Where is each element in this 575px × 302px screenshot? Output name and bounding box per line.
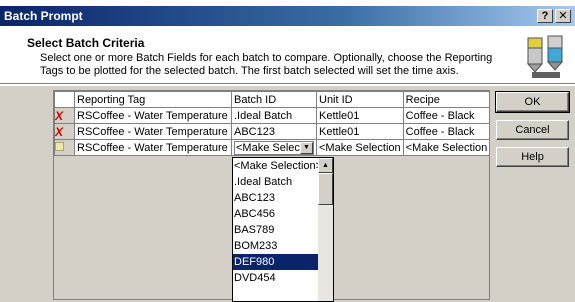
delete-row-button[interactable]: X bbox=[54, 123, 75, 140]
cell-recipe[interactable]: Coffee - Black bbox=[402, 107, 491, 124]
help-title-button[interactable]: ? bbox=[537, 9, 553, 23]
batch-id-dropdown-list[interactable]: <Make Selection> .Ideal Batch ABC123 ABC… bbox=[232, 157, 334, 302]
row-selector-header bbox=[54, 91, 75, 108]
new-row-indicator[interactable] bbox=[54, 139, 75, 156]
cell-reporting-tag[interactable]: RSCoffee - Water Temperature bbox=[74, 107, 232, 124]
batch-grid: Reporting Tag Batch ID Unit ID Recipe X … bbox=[54, 91, 491, 156]
cell-recipe[interactable]: <Make Selection bbox=[402, 139, 491, 156]
list-item[interactable]: .Ideal Batch bbox=[233, 174, 319, 190]
column-batch-id[interactable]: Batch ID bbox=[231, 91, 317, 108]
ok-button[interactable]: OK bbox=[495, 91, 570, 113]
cancel-button[interactable]: Cancel bbox=[496, 120, 569, 140]
delete-row-button[interactable]: X bbox=[54, 107, 75, 124]
chevron-down-icon[interactable]: ▼ bbox=[300, 141, 313, 154]
cell-batch-id-combo[interactable]: <Make Select ▼ bbox=[231, 139, 317, 156]
cell-recipe[interactable]: Coffee - Black bbox=[402, 123, 491, 140]
cell-batch-id[interactable]: .Ideal Batch bbox=[231, 107, 317, 124]
column-reporting-tag[interactable]: Reporting Tag bbox=[74, 91, 232, 108]
batch-id-combobox[interactable]: <Make Select ▼ bbox=[234, 140, 314, 155]
cell-reporting-tag[interactable]: RSCoffee - Water Temperature bbox=[74, 139, 232, 156]
list-item-selected[interactable]: DEF980 bbox=[233, 254, 319, 270]
title-bar: Batch Prompt bbox=[0, 6, 575, 26]
cell-reporting-tag[interactable]: RSCoffee - Water Temperature bbox=[74, 123, 232, 140]
column-unit-id[interactable]: Unit ID bbox=[316, 91, 404, 108]
list-item[interactable]: ABC123 bbox=[233, 190, 319, 206]
delete-x-icon: X bbox=[55, 124, 64, 139]
help-button[interactable]: Help bbox=[496, 147, 569, 167]
dialog-header: Select Batch Criteria Select one or more… bbox=[0, 26, 575, 84]
grid-header-row: Reporting Tag Batch ID Unit ID Recipe bbox=[54, 91, 491, 108]
batch-id-combo-value: <Make Select bbox=[236, 141, 303, 154]
list-item[interactable]: <Make Selection> bbox=[233, 158, 322, 174]
header-description: Select one or more Batch Fields for each… bbox=[40, 52, 493, 77]
delete-x-icon: X bbox=[55, 108, 64, 123]
list-item[interactable]: ABC456 bbox=[233, 206, 319, 222]
dropdown-scrollbar[interactable]: ▲ bbox=[318, 158, 333, 301]
batch-tanks-icon bbox=[526, 35, 564, 78]
column-recipe[interactable]: Recipe bbox=[402, 91, 491, 108]
list-item[interactable]: BOM233 bbox=[233, 238, 319, 254]
cell-unit-id[interactable]: Kettle01 bbox=[316, 123, 404, 140]
cell-unit-id[interactable]: <Make Selection bbox=[316, 139, 404, 156]
table-row[interactable]: RSCoffee - Water Temperature <Make Selec… bbox=[54, 139, 491, 156]
window-title: Batch Prompt bbox=[4, 9, 83, 23]
list-item[interactable]: BAS789 bbox=[233, 222, 319, 238]
header-title: Select Batch Criteria bbox=[27, 36, 145, 50]
scroll-thumb[interactable] bbox=[318, 173, 333, 205]
scroll-up-icon[interactable]: ▲ bbox=[318, 158, 333, 173]
close-title-button[interactable]: ✕ bbox=[555, 9, 571, 23]
table-row[interactable]: X RSCoffee - Water Temperature .Ideal Ba… bbox=[54, 107, 491, 124]
table-row[interactable]: X RSCoffee - Water Temperature ABC123 Ke… bbox=[54, 123, 491, 140]
new-row-icon bbox=[55, 141, 64, 151]
cell-unit-id[interactable]: Kettle01 bbox=[316, 107, 404, 124]
list-item[interactable]: DVD454 bbox=[233, 270, 319, 286]
cell-batch-id[interactable]: ABC123 bbox=[231, 123, 317, 140]
